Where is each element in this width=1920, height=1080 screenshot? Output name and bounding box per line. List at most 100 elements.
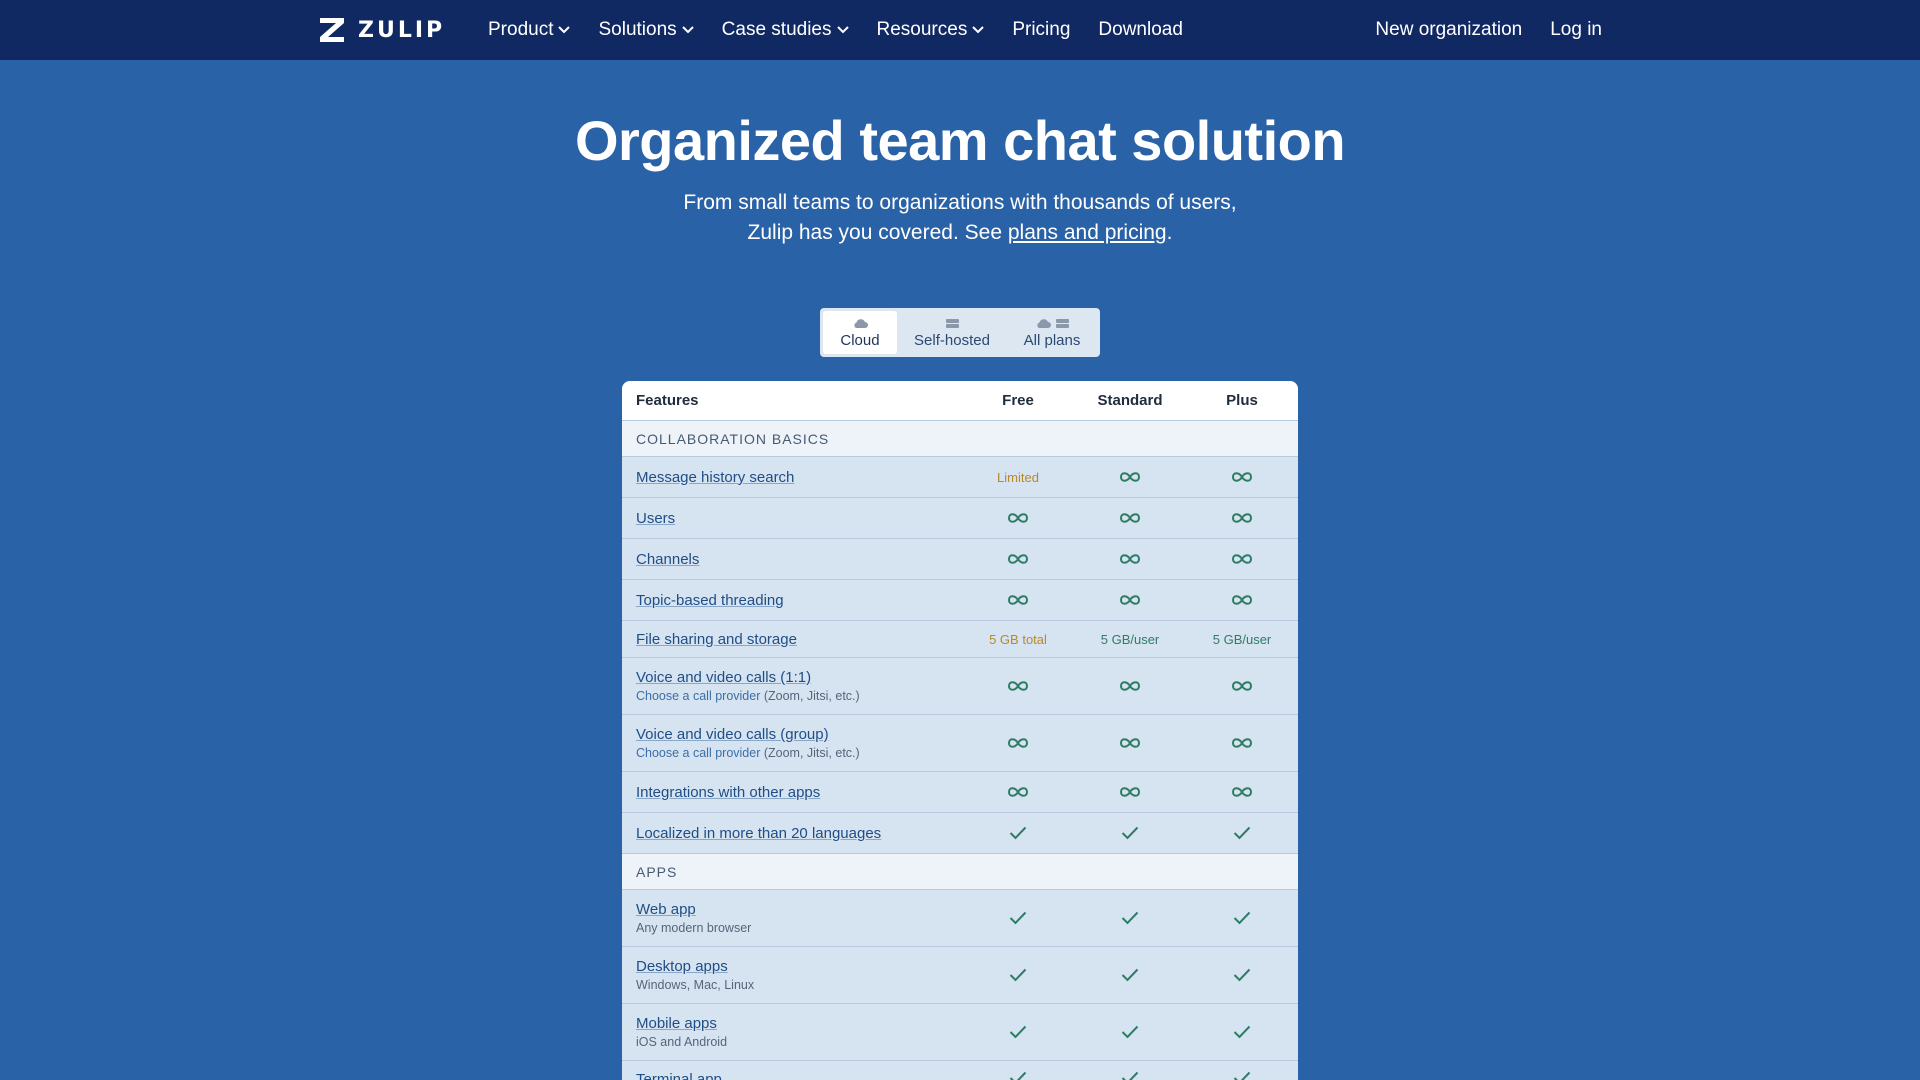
infinity-icon <box>1231 554 1253 564</box>
cell-standard <box>1074 1025 1186 1039</box>
nav-case-studies[interactable]: Case studies <box>722 19 849 41</box>
feature-link-calls-1on1[interactable]: Voice and video calls (1:1) <box>636 669 962 686</box>
feature-link-web-app[interactable]: Web app <box>636 901 962 918</box>
nav-pricing[interactable]: Pricing <box>1012 19 1070 41</box>
cell-standard <box>1074 826 1186 840</box>
cell-plus <box>1186 680 1298 692</box>
hero-subtitle-line-2: Zulip has you covered. See plans and pri… <box>0 218 1920 248</box>
infinity-icon <box>1231 738 1253 748</box>
checkmark-icon <box>1009 968 1027 982</box>
hero-line2-prefix: Zulip has you covered. See <box>747 221 1008 244</box>
cell-plus <box>1186 594 1298 606</box>
infinity-icon <box>1119 554 1141 564</box>
feature-link-integrations[interactable]: Integrations with other apps <box>636 784 962 801</box>
page-title: Organized team chat solution <box>574 109 1346 172</box>
cell-plus <box>1186 471 1298 483</box>
table-row: Voice and video calls (group) Choose a c… <box>622 715 1298 772</box>
primary-nav: Product Solutions Case studies Resources… <box>488 0 1183 60</box>
cell-free <box>962 786 1074 798</box>
tab-self-hosted-label: Self-hosted <box>914 332 990 349</box>
checkmark-icon <box>1121 1025 1139 1039</box>
cell-plus <box>1186 826 1298 840</box>
nav-resources-label: Resources <box>876 19 968 40</box>
table-row: Desktop apps Windows, Mac, Linux <box>622 947 1298 1004</box>
cell-free <box>962 680 1074 692</box>
table-row: Terminal app <box>622 1061 1298 1080</box>
feature-link-mobile-apps[interactable]: Mobile apps <box>636 1015 962 1032</box>
table-row: Mobile apps iOS and Android <box>622 1004 1298 1061</box>
feature-cell: Topic-based threading <box>622 592 962 609</box>
table-row: Topic-based threading <box>622 580 1298 621</box>
cloud-icon <box>1036 318 1051 328</box>
checkmark-icon <box>1009 1071 1027 1080</box>
feature-link-file-sharing[interactable]: File sharing and storage <box>636 631 962 648</box>
cell-plus <box>1186 553 1298 565</box>
cell-free <box>962 1025 1074 1039</box>
call-provider-link[interactable]: Choose a call provider <box>636 746 760 760</box>
limited-text: Limited <box>997 469 1039 485</box>
cell-plus <box>1186 737 1298 749</box>
cell-plus <box>1186 1025 1298 1039</box>
feature-link-localized[interactable]: Localized in more than 20 languages <box>636 825 962 842</box>
tab-cloud-label: Cloud <box>840 332 880 349</box>
cell-standard <box>1074 968 1186 982</box>
new-organization-link[interactable]: New organization <box>1375 19 1522 41</box>
cell-free <box>962 826 1074 840</box>
brand-name: ZULIP <box>358 17 446 43</box>
tab-self-hosted[interactable]: Self-hosted <box>897 311 1007 354</box>
feature-cell: Voice and video calls (1:1) Choose a cal… <box>622 669 962 703</box>
cell-free: 5 GB total <box>962 632 1074 647</box>
cell-plus <box>1186 512 1298 524</box>
cell-standard <box>1074 553 1186 565</box>
feature-link-calls-group[interactable]: Voice and video calls (group) <box>636 726 962 743</box>
infinity-icon <box>1231 472 1253 482</box>
nav-solutions[interactable]: Solutions <box>598 19 694 41</box>
header-features: Features <box>636 392 699 409</box>
feature-link-desktop-apps[interactable]: Desktop apps <box>636 958 962 975</box>
infinity-icon <box>1119 738 1141 748</box>
zulip-logo[interactable]: ZULIP <box>318 16 445 44</box>
cell-standard <box>1074 737 1186 749</box>
feature-link-message-history[interactable]: Message history search <box>636 469 962 486</box>
infinity-icon <box>1007 681 1029 691</box>
hero-subtitle: From small teams to organizations with t… <box>0 188 1920 248</box>
tab-all-plans[interactable]: All plans <box>1007 311 1097 354</box>
server-icon <box>1055 318 1069 328</box>
feature-cell: Terminal app <box>622 1071 962 1080</box>
plans-and-pricing-link[interactable]: plans and pricing <box>1008 221 1167 244</box>
tab-cloud[interactable]: Cloud <box>823 311 897 354</box>
feature-link-channels[interactable]: Channels <box>636 551 962 568</box>
nav-resources[interactable]: Resources <box>877 19 985 41</box>
tab-self-icons <box>945 316 960 330</box>
feature-link-terminal-app[interactable]: Terminal app <box>636 1071 962 1080</box>
header-standard: Standard <box>1097 392 1163 409</box>
login-link[interactable]: Log in <box>1550 19 1602 41</box>
account-nav: New organization Log in <box>1375 0 1602 60</box>
table-row: File sharing and storage 5 GB total 5 GB… <box>622 621 1298 658</box>
cell-standard <box>1074 512 1186 524</box>
feature-link-users[interactable]: Users <box>636 510 962 527</box>
tab-all-icons <box>1035 316 1070 330</box>
header-plus: Plus <box>1226 392 1258 409</box>
call-provider-link[interactable]: Choose a call provider <box>636 689 760 703</box>
server-icon <box>945 318 959 328</box>
feature-link-threading[interactable]: Topic-based threading <box>636 592 962 609</box>
cell-standard: 5 GB/user <box>1074 632 1186 647</box>
feature-cell: Localized in more than 20 languages <box>622 825 962 842</box>
feature-note: Any modern browser <box>636 921 752 935</box>
nav-download[interactable]: Download <box>1098 19 1183 41</box>
tab-all-plans-label: All plans <box>1023 332 1081 349</box>
cell-free <box>962 512 1074 524</box>
storage-standard-text: 5 GB/user <box>1100 631 1160 647</box>
infinity-icon <box>1119 595 1141 605</box>
nav-product[interactable]: Product <box>488 19 571 41</box>
cell-free <box>962 553 1074 565</box>
feature-cell: File sharing and storage <box>622 631 962 648</box>
checkmark-icon <box>1233 1071 1251 1080</box>
infinity-icon <box>1007 554 1029 564</box>
cell-plus <box>1186 786 1298 798</box>
cell-free: Limited <box>962 470 1074 485</box>
cell-standard <box>1074 786 1186 798</box>
cell-free <box>962 968 1074 982</box>
chevron-down-icon <box>681 26 694 34</box>
